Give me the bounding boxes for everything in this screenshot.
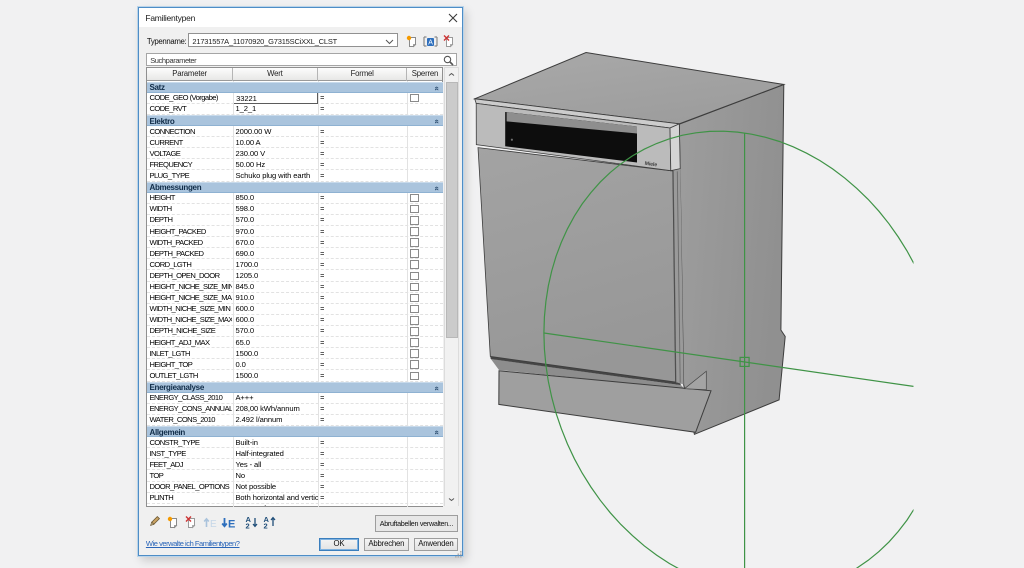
svg-text:E: E xyxy=(228,518,235,529)
svg-text:A: A xyxy=(429,40,434,47)
svg-text:2: 2 xyxy=(264,522,268,530)
svg-text:E: E xyxy=(210,519,217,529)
svg-text:2: 2 xyxy=(245,522,249,530)
